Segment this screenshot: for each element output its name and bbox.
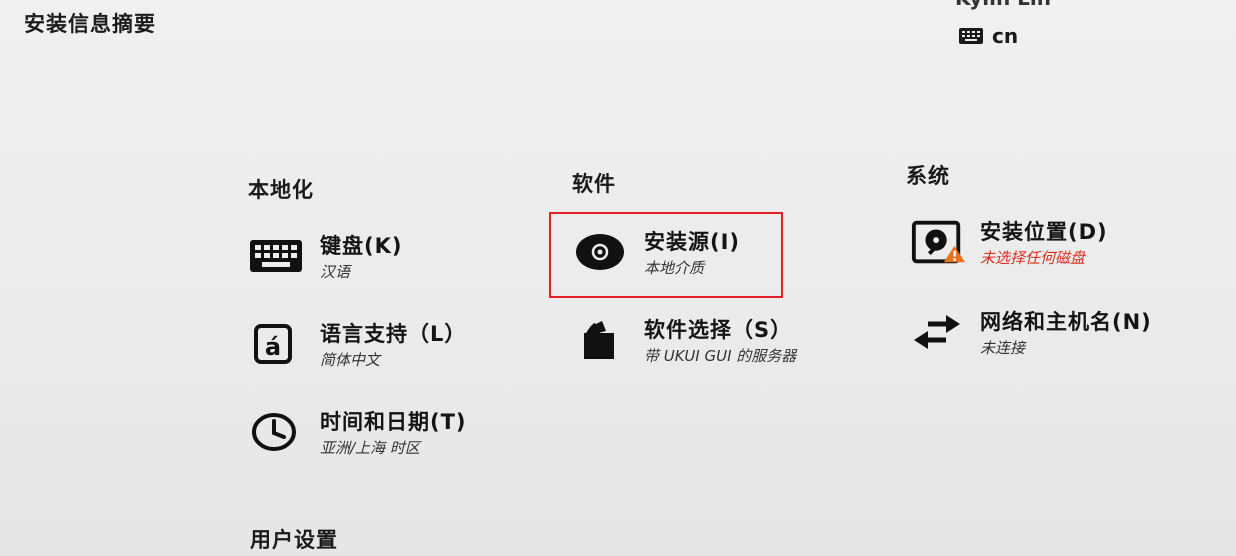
package-icon xyxy=(584,321,614,359)
spoke-keyboard-status: 汉语 xyxy=(320,263,351,281)
category-system-title: 系统 xyxy=(906,164,950,188)
keyboard-layout-indicator[interactable]: cn xyxy=(958,24,1018,48)
spoke-install-source-status: 本地介质 xyxy=(644,259,705,277)
spoke-keyboard[interactable]: 键盘(K) 汉语 xyxy=(250,232,402,284)
spoke-install-source[interactable]: 安装源(I) 本地介质 xyxy=(574,228,740,280)
spoke-software-selection-status: 带 UKUI GUI 的服务器 xyxy=(644,347,797,365)
svg-text:á: á xyxy=(265,333,281,361)
language-icon: á xyxy=(254,324,292,364)
spoke-network[interactable]: 网络和主机名(N) 未连接 xyxy=(910,308,1152,360)
category-user-settings-title: 用户设置 xyxy=(250,528,338,552)
product-name: Kylin Lin xyxy=(955,0,1051,10)
spoke-network-name: 网络和主机名(N) xyxy=(980,310,1152,334)
spoke-install-destination[interactable]: 安装位置(D) 未选择任何磁盘 xyxy=(910,218,1108,270)
disc-icon xyxy=(576,234,624,270)
spoke-install-source-name: 安装源(I) xyxy=(644,230,741,254)
network-arrows-icon xyxy=(914,315,960,349)
spoke-software-selection-name: 软件选择（S） xyxy=(644,318,793,342)
spoke-network-status: 未连接 xyxy=(980,339,1026,357)
category-software-title: 软件 xyxy=(572,172,616,196)
keyboard-icon xyxy=(250,240,302,272)
spoke-datetime[interactable]: 时间和日期(T) 亚洲/上海 时区 xyxy=(250,408,467,460)
category-localization-title: 本地化 xyxy=(248,178,314,202)
keyboard-icon xyxy=(959,28,983,44)
keyboard-layout-code: cn xyxy=(992,24,1019,48)
spoke-install-destination-status: 未选择任何磁盘 xyxy=(980,249,1086,267)
spoke-keyboard-name: 键盘(K) xyxy=(320,234,403,258)
spoke-language-status: 简体中文 xyxy=(320,351,381,369)
spoke-datetime-status: 亚洲/上海 时区 xyxy=(320,439,420,457)
spoke-language-name: 语言支持（L） xyxy=(320,322,467,346)
spoke-install-destination-name: 安装位置(D) xyxy=(980,220,1108,244)
spoke-datetime-name: 时间和日期(T) xyxy=(320,410,467,434)
harddisk-warning-icon xyxy=(911,220,966,264)
spoke-language[interactable]: á 语言支持（L） 简体中文 xyxy=(250,320,466,372)
spoke-software-selection[interactable]: 软件选择（S） 带 UKUI GUI 的服务器 xyxy=(574,316,796,368)
clock-icon xyxy=(252,413,296,451)
page-title: 安装信息摘要 xyxy=(24,12,156,36)
